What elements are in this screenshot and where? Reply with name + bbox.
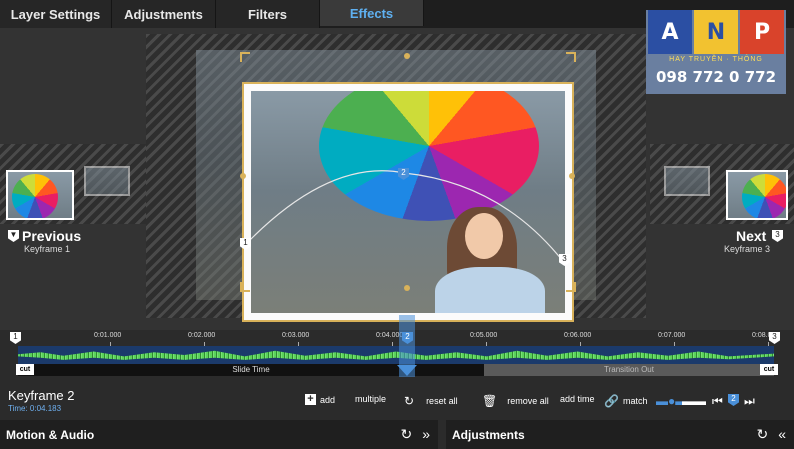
current-keyframe-badge: 2 — [728, 394, 739, 406]
add-button[interactable]: + add — [305, 394, 335, 405]
keyframe-toolbar: Keyframe 2 Time: 0:04.183 + add multiple… — [0, 382, 794, 418]
add-time-button[interactable]: add time — [560, 394, 595, 404]
ruler-label: 0:03.000 — [282, 332, 310, 339]
keyframe-title: Keyframe 2 — [8, 388, 75, 403]
anp-logo: A N P HAY TRUYỀN · THÔNG 098 772 0 772 — [646, 10, 786, 94]
blocks-icon: ▬▬ — [682, 394, 706, 408]
corner-handle-bl[interactable] — [240, 282, 250, 292]
reset-icon[interactable]: ↻ — [400, 426, 412, 443]
remove-all-label: remove all — [507, 396, 549, 406]
match-button[interactable]: 🔗 match — [604, 394, 647, 408]
timeline-start-marker[interactable]: 1 — [10, 332, 21, 344]
skip-forward-icon: ⏭ — [744, 394, 755, 408]
adjustments-title: Adjustments — [452, 427, 525, 442]
reset-all-label: reset all — [426, 396, 458, 406]
resize-handle-bottom[interactable] — [404, 285, 410, 291]
audio-waveform — [18, 350, 774, 360]
logo-letter-p: P — [740, 10, 784, 54]
transition-out-bar[interactable]: Transition Out — [484, 364, 774, 376]
ruler-label: 0:05.000 — [470, 332, 498, 339]
cut-start[interactable]: cut — [16, 364, 34, 375]
tab-adjustments[interactable]: Adjustments — [112, 0, 216, 28]
trash-icon: 🗑 — [482, 394, 498, 408]
logo-letter-a: A — [648, 10, 692, 54]
chevron-double-left-icon[interactable]: « — [778, 426, 786, 443]
multiple-button[interactable]: multiple — [355, 394, 386, 404]
ruler-label: 0:06.000 — [564, 332, 592, 339]
previous-keyframe-button[interactable]: ⏮ — [712, 394, 723, 409]
ruler-label: 0:02.000 — [188, 332, 216, 339]
corner-handle-br[interactable] — [566, 282, 576, 292]
link-icon: 🔗 — [604, 394, 619, 408]
adjustments-panel[interactable]: Adjustments ↻ « — [446, 420, 794, 449]
add-time-label: add time — [560, 394, 595, 404]
match-label: match — [622, 396, 648, 406]
motion-audio-title: Motion & Audio — [6, 427, 95, 442]
corner-handle-tr[interactable] — [566, 52, 576, 62]
resize-handle-right[interactable] — [569, 173, 575, 179]
audio-track[interactable] — [18, 346, 774, 364]
playhead-handle[interactable] — [397, 365, 417, 376]
plus-icon: + — [305, 394, 316, 405]
ruler-label: 0:07.000 — [658, 332, 686, 339]
ruler-label: 0:01.000 — [94, 332, 122, 339]
multiple-label: multiple — [355, 394, 387, 404]
cut-end[interactable]: cut — [760, 364, 778, 375]
tab-layer-settings[interactable]: Layer Settings — [0, 0, 112, 28]
skip-back-icon: ⏮ — [712, 394, 723, 408]
layout-toggle[interactable]: ▬▬ — [682, 394, 706, 408]
reset-all-button[interactable]: ↻ reset all — [404, 394, 458, 408]
tab-effects[interactable]: Effects — [320, 0, 424, 26]
logo-letter-n: N — [694, 10, 738, 54]
logo-phone: 098 772 0 772 — [655, 68, 777, 86]
logo-tagline: HAY TRUYỀN · THÔNG — [669, 56, 763, 63]
timeline[interactable]: 0:01.000 0:02.000 0:03.000 0:04.000 0:05… — [0, 315, 794, 382]
reset-icon[interactable]: ↻ — [756, 426, 768, 443]
corner-handle-tl[interactable] — [240, 52, 250, 62]
motion-audio-panel[interactable]: Motion & Audio ↻ » — [0, 420, 438, 449]
resize-handle-left[interactable] — [240, 173, 246, 179]
chevron-double-right-icon[interactable]: » — [422, 426, 430, 443]
resize-handle-top[interactable] — [404, 53, 410, 59]
next-keyframe-button[interactable]: ⏭ — [744, 394, 755, 409]
add-label: add — [320, 394, 336, 405]
reset-icon: ↻ — [404, 394, 415, 408]
tab-filters[interactable]: Filters — [216, 0, 320, 28]
timeline-end-marker[interactable]: 3 — [769, 332, 780, 344]
remove-all-button[interactable]: 🗑 remove all — [482, 394, 549, 408]
ruler-label: 0:08.0 — [752, 332, 772, 339]
keyframe-time: Time: 0:04.183 — [8, 404, 62, 413]
